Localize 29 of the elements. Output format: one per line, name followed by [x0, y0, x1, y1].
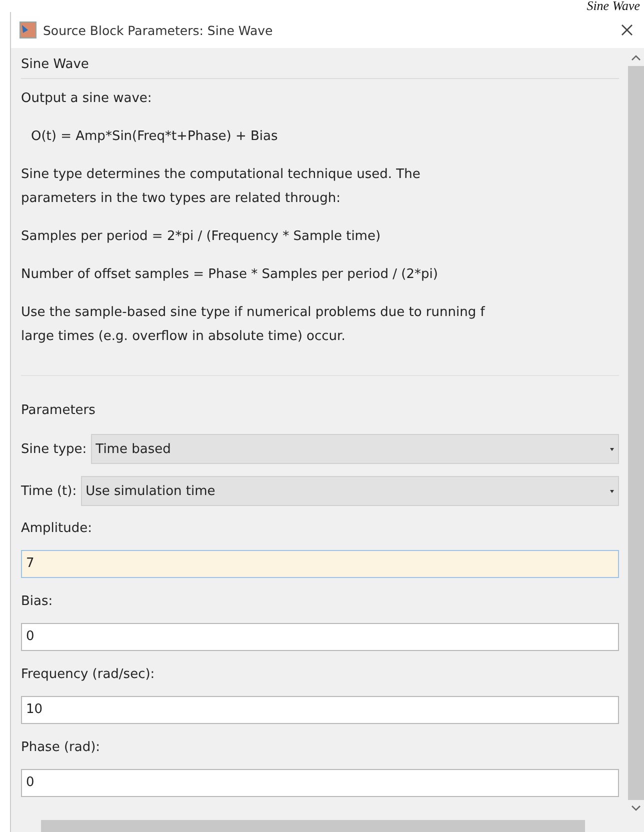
- caret-icon: [610, 448, 614, 450]
- description-text: Output a sine wave:: [21, 90, 153, 108]
- field-label: Amplitude:: [21, 520, 93, 538]
- close-icon[interactable]: [621, 24, 633, 36]
- dropdown[interactable]: Time based: [90, 434, 619, 464]
- window-title: Source Block Parameters: Sine Wave: [43, 22, 274, 38]
- description-text: Number of offset samples = Phase * Samples per period / (2*pi): [21, 266, 439, 284]
- input-field[interactable]: 10: [21, 696, 619, 724]
- caret-icon: [610, 490, 614, 492]
- field-label: Sine type:: [21, 442, 87, 456]
- section-heading: Parameters: [21, 402, 96, 420]
- scroll-down-icon[interactable]: [631, 804, 641, 812]
- field-label: Time (t):: [21, 484, 77, 498]
- dropdown[interactable]: Use simulation time: [80, 476, 619, 506]
- block-icon: [19, 21, 37, 39]
- input-field[interactable]: 0: [21, 769, 619, 797]
- description-text: Samples per period = 2*pi / (Frequency * Sample time): [21, 228, 382, 246]
- input-field[interactable]: 7: [21, 550, 619, 578]
- field-label: Frequency (rad/sec):: [21, 666, 156, 684]
- field-label: Phase (rad):: [21, 739, 102, 757]
- block-name: Sine Wave: [21, 52, 619, 79]
- scroll-thumb[interactable]: [41, 820, 585, 832]
- formula-text: O(t) = Amp*Sin(Freq*t+Phase) + Bias: [30, 128, 279, 146]
- scroll-up-icon[interactable]: [631, 54, 641, 62]
- input-field[interactable]: 0: [21, 623, 619, 651]
- description-text: Use the sample-based sine type if numerical problems due to running f large times (e.g. overflow in absolute time) occur.: [21, 304, 486, 346]
- heading-text: Sine Wave: [586, 0, 640, 12]
- description-text: Sine type determines the computational technique used. The parameters in the two types are related through:: [21, 166, 422, 208]
- field-label: Bias:: [21, 593, 54, 611]
